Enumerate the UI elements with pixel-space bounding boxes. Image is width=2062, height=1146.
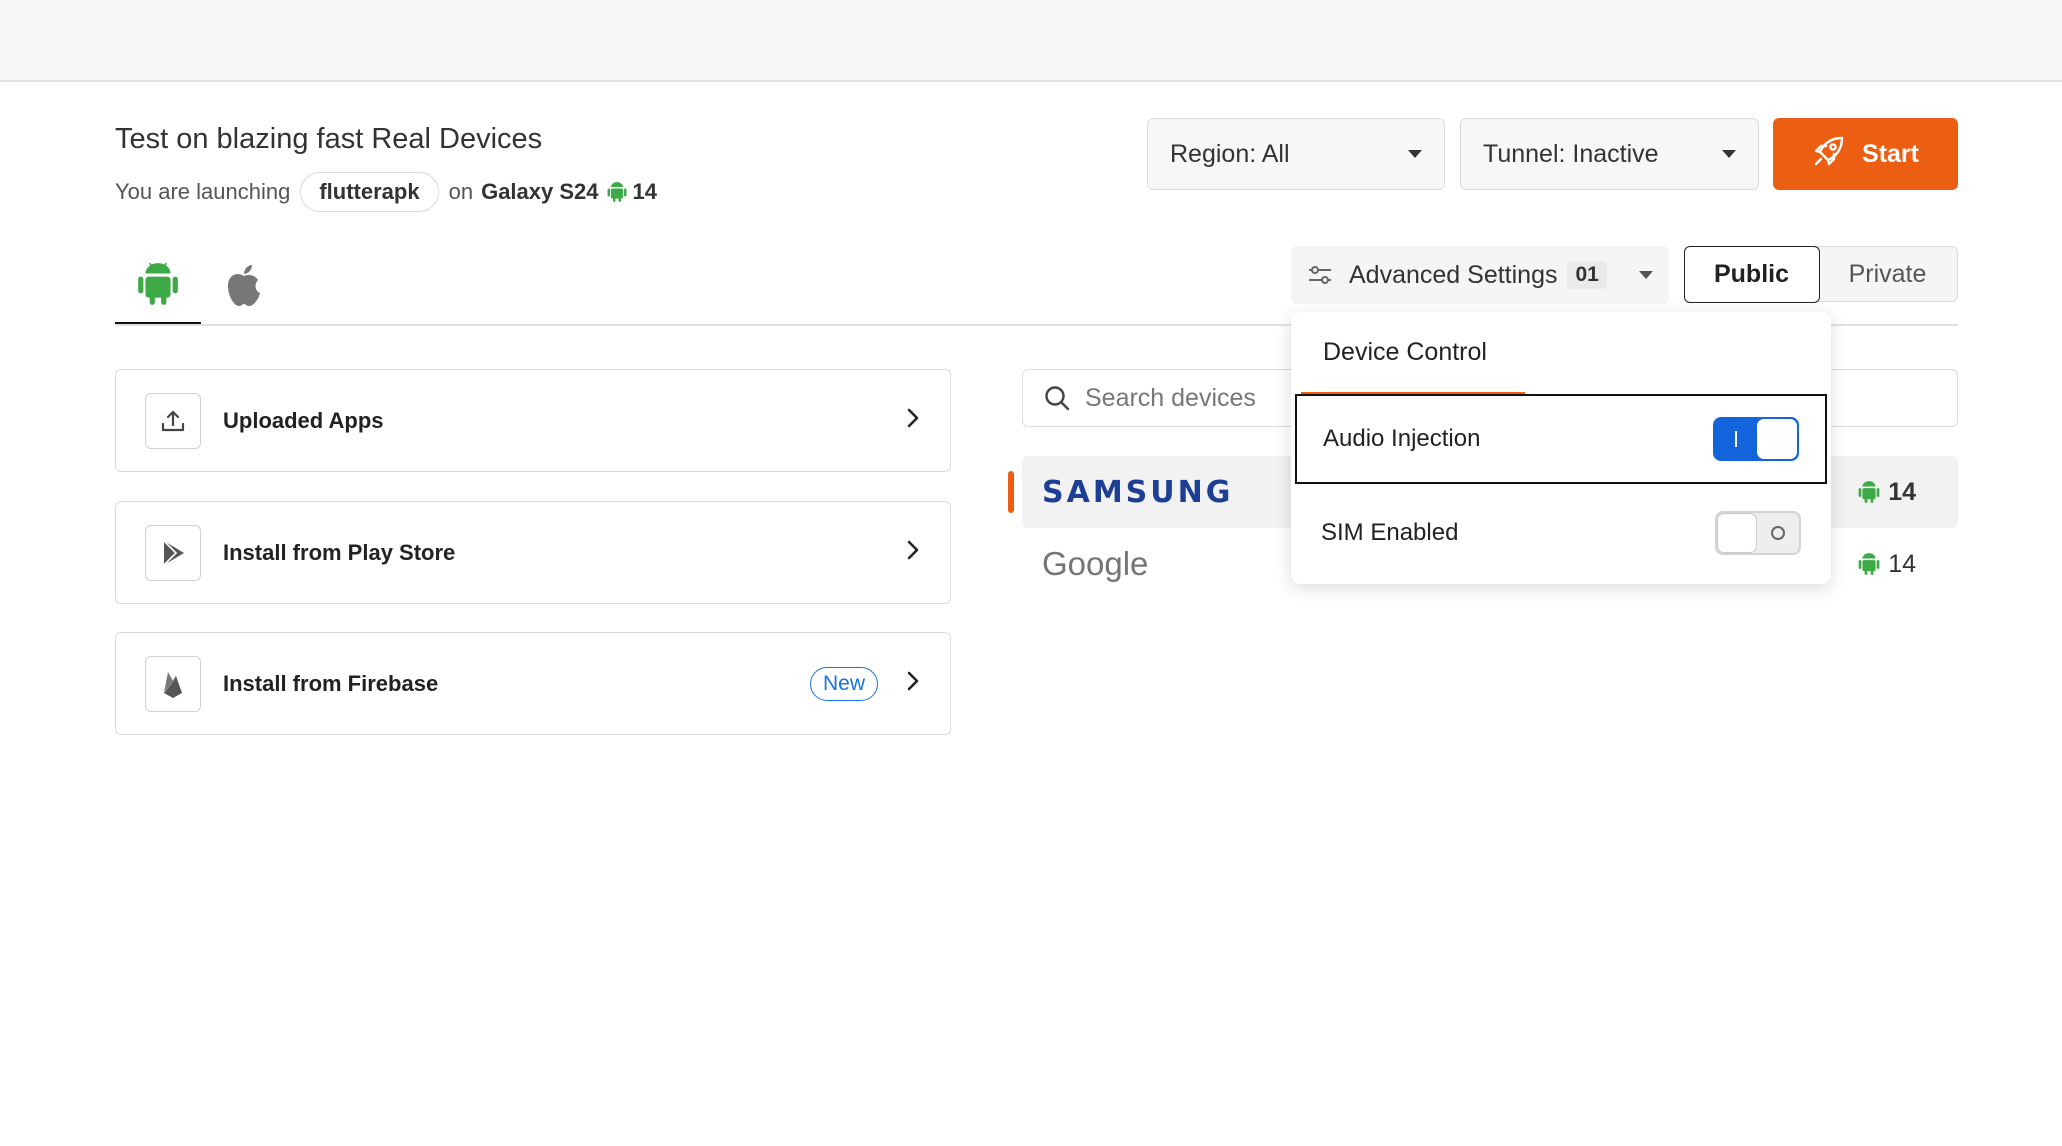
page-title: Test on blazing fast Real Devices	[115, 123, 543, 155]
tunnel-dropdown[interactable]: Tunnel: Inactive	[1460, 118, 1759, 190]
private-option[interactable]: Private	[1818, 247, 1957, 301]
region-dropdown[interactable]: Region: All	[1147, 118, 1445, 190]
on-text: on	[448, 179, 474, 204]
play-store-icon	[145, 524, 201, 581]
sim-enabled-row: SIM Enabled	[1295, 488, 1827, 578]
top-bar	[0, 0, 2062, 82]
caret-down-icon	[1722, 150, 1736, 158]
play-store-label: Install from Play Store	[223, 539, 456, 565]
caret-down-icon	[1408, 150, 1422, 158]
launch-summary: You are launching flutterapk on Galaxy S…	[115, 172, 657, 212]
uploaded-apps-card[interactable]: Uploaded Apps	[115, 369, 951, 472]
samsung-version-number: 14	[1888, 477, 1916, 506]
samsung-logo: SAMSUNG	[1042, 474, 1234, 510]
visibility-toggle: Public Private	[1683, 245, 1958, 303]
tab-android[interactable]	[115, 250, 201, 326]
firebase-card[interactable]: Install from Firebase New	[115, 632, 951, 735]
sliders-icon	[1307, 263, 1333, 287]
tunnel-label: Tunnel: Inactive	[1483, 139, 1659, 168]
firebase-label: Install from Firebase	[223, 670, 439, 696]
popup-title[interactable]: Device Control	[1323, 338, 1487, 367]
new-badge: New	[809, 666, 878, 701]
caret-down-icon	[1639, 271, 1653, 279]
region-label: Region: All	[1170, 139, 1290, 168]
chevron-right-icon	[906, 539, 920, 566]
google-version-number: 14	[1888, 549, 1916, 578]
sim-enabled-label: SIM Enabled	[1321, 519, 1459, 546]
device-control-popup: Device Control Audio Injection SIM Enabl…	[1291, 312, 1831, 584]
google-os-version: 14	[1858, 550, 1916, 579]
advanced-settings-label: Advanced Settings	[1349, 260, 1558, 289]
android-icon	[1858, 552, 1880, 576]
samsung-os-version: 14	[1858, 478, 1916, 507]
play-store-card[interactable]: Install from Play Store	[115, 501, 951, 604]
toggle-knob	[1717, 513, 1757, 553]
android-icon	[1858, 480, 1880, 504]
google-logo: Google	[1042, 545, 1149, 582]
rocket-icon	[1812, 134, 1846, 175]
apple-icon	[224, 262, 264, 315]
firebase-icon	[145, 655, 201, 712]
device-os-version: 14	[632, 179, 657, 204]
audio-injection-row: Audio Injection	[1295, 394, 1827, 484]
search-icon	[1043, 384, 1071, 412]
upload-icon	[145, 392, 201, 449]
start-label: Start	[1862, 139, 1919, 168]
uploaded-apps-label: Uploaded Apps	[223, 407, 384, 433]
toggle-off-mark	[1771, 526, 1785, 540]
chevron-right-icon	[906, 407, 920, 434]
public-option[interactable]: Public	[1683, 245, 1820, 303]
device-name: Galaxy S24	[481, 179, 599, 204]
sim-enabled-toggle[interactable]	[1715, 511, 1801, 555]
tab-ios[interactable]	[214, 250, 274, 326]
app-chip[interactable]: flutterapk	[300, 172, 439, 212]
chevron-right-icon	[906, 670, 920, 697]
audio-injection-label: Audio Injection	[1323, 425, 1481, 452]
advanced-settings-count: 01	[1567, 261, 1607, 289]
audio-injection-toggle[interactable]	[1713, 417, 1799, 461]
search-placeholder: Search devices	[1085, 383, 1256, 412]
advanced-settings-button[interactable]: Advanced Settings 01	[1291, 246, 1669, 304]
selected-brand-marker	[1008, 471, 1014, 513]
start-button[interactable]: Start	[1773, 118, 1958, 190]
android-icon	[607, 181, 627, 203]
launch-prefix: You are launching	[115, 179, 291, 204]
android-icon	[137, 261, 179, 312]
toggle-knob	[1757, 419, 1797, 459]
toggle-on-mark	[1735, 431, 1737, 447]
